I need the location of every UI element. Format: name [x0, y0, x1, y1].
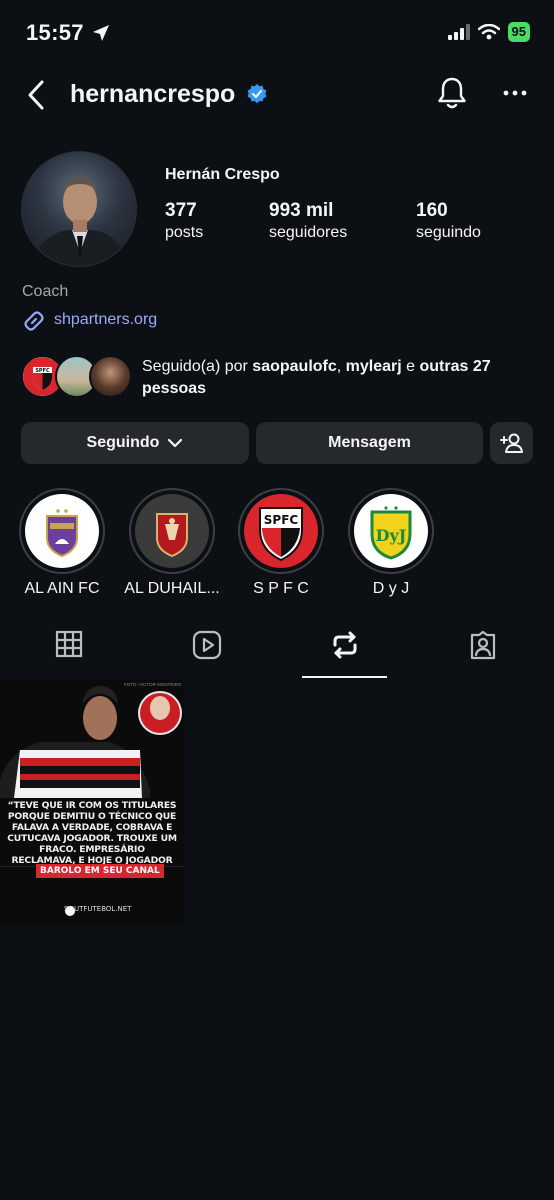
chevron-down-icon	[168, 438, 183, 448]
wifi-icon	[477, 24, 500, 40]
tab-grid[interactable]	[0, 630, 138, 680]
followers-label: seguidores	[269, 224, 348, 241]
posts-label: posts	[165, 224, 204, 241]
tab-reposts[interactable]	[276, 630, 414, 680]
grid-icon	[55, 630, 83, 658]
highlight-dyj[interactable]: DyJ D y J	[348, 488, 434, 597]
more-options-icon[interactable]	[502, 80, 528, 106]
al-duhail-crest-icon	[135, 494, 209, 568]
highlight-label: S P F C	[253, 580, 309, 597]
profile-avatar[interactable]	[21, 151, 137, 267]
reposted-post[interactable]: FOTO: VICTOR MONTEIRO “TEVE QUE IR COM O…	[0, 680, 184, 925]
followed-by-user-saopaulofc[interactable]: saopaulofc	[252, 358, 336, 375]
person-photo-icon	[32, 176, 128, 266]
back-icon[interactable]	[24, 78, 52, 112]
followers-count: 993 mil	[269, 200, 334, 221]
following-count: 160	[416, 200, 448, 221]
link-icon	[24, 311, 44, 331]
svg-text:SPFC: SPFC	[35, 368, 50, 374]
profile-bio: Coach	[22, 283, 69, 300]
tagged-icon	[470, 630, 496, 660]
reels-icon	[192, 630, 222, 660]
post-channel-tag: BAROLO EM SEU CANAL	[36, 864, 164, 878]
followed-by-text[interactable]: Seguido(a) por saopaulofc, mylearj e out…	[142, 356, 537, 400]
following-label: seguindo	[416, 224, 481, 241]
spfc-crest-icon: SPFC	[244, 494, 318, 568]
add-person-icon	[499, 433, 523, 453]
posts-count: 377	[165, 200, 197, 221]
following-button-label: Seguindo	[86, 434, 160, 451]
profile-full-name: Hernán Crespo	[165, 166, 280, 183]
highlight-label: AL AIN FC	[24, 580, 100, 597]
tab-tagged[interactable]	[414, 630, 552, 680]
tab-reels[interactable]	[138, 630, 276, 680]
message-button[interactable]: Mensagem	[256, 422, 483, 464]
svg-text:DyJ: DyJ	[376, 526, 407, 545]
following-stat[interactable]: 160 seguindo	[416, 200, 481, 242]
post-photo-credit: FOTO: VICTOR MONTEIRO	[124, 682, 182, 687]
status-icons: 95	[447, 22, 530, 42]
active-tab-indicator	[302, 676, 387, 678]
status-time: 15:57	[26, 20, 84, 45]
al-ain-crest-icon	[25, 494, 99, 568]
verified-badge-icon	[247, 84, 267, 104]
highlight-label: D y J	[372, 580, 410, 597]
posts-stat[interactable]: 377 posts	[165, 200, 203, 242]
followed-by-separator: ,	[336, 358, 346, 375]
signal-icon	[447, 24, 470, 40]
following-button[interactable]: Seguindo	[21, 422, 249, 464]
profile-link[interactable]: shpartners.org	[54, 311, 157, 329]
highlight-al-ain-fc[interactable]: AL AIN FC	[19, 488, 105, 597]
notification-bell-icon[interactable]	[436, 76, 468, 110]
location-arrow-icon	[93, 25, 109, 41]
highlight-al-duhail[interactable]: AL DUHAIL...	[124, 488, 220, 597]
svg-text:SPFC: SPFC	[264, 513, 299, 527]
repost-icon	[333, 631, 357, 659]
post-site-watermark: SOUTFUTEBOL.NET	[64, 905, 132, 913]
mutual-followers-avatars[interactable]: SPFC	[21, 355, 133, 399]
message-button-label: Mensagem	[328, 434, 411, 451]
followed-by-conjunction: e	[401, 358, 420, 375]
followed-by-prefix: Seguido(a) por	[142, 358, 253, 375]
battery-indicator: 95	[507, 22, 530, 42]
defensa-y-justicia-crest-icon: DyJ	[354, 494, 428, 568]
third-follower-avatar	[89, 355, 132, 398]
profile-username: hernancrespo	[70, 80, 236, 108]
highlight-spfc[interactable]: SPFC S P F C	[238, 488, 324, 597]
followers-stat[interactable]: 993 mil seguidores	[269, 200, 347, 242]
highlight-label: AL DUHAIL...	[124, 580, 220, 597]
suggested-users-button[interactable]	[490, 422, 533, 464]
followed-by-user-mylearj[interactable]: mylearj	[346, 358, 402, 375]
